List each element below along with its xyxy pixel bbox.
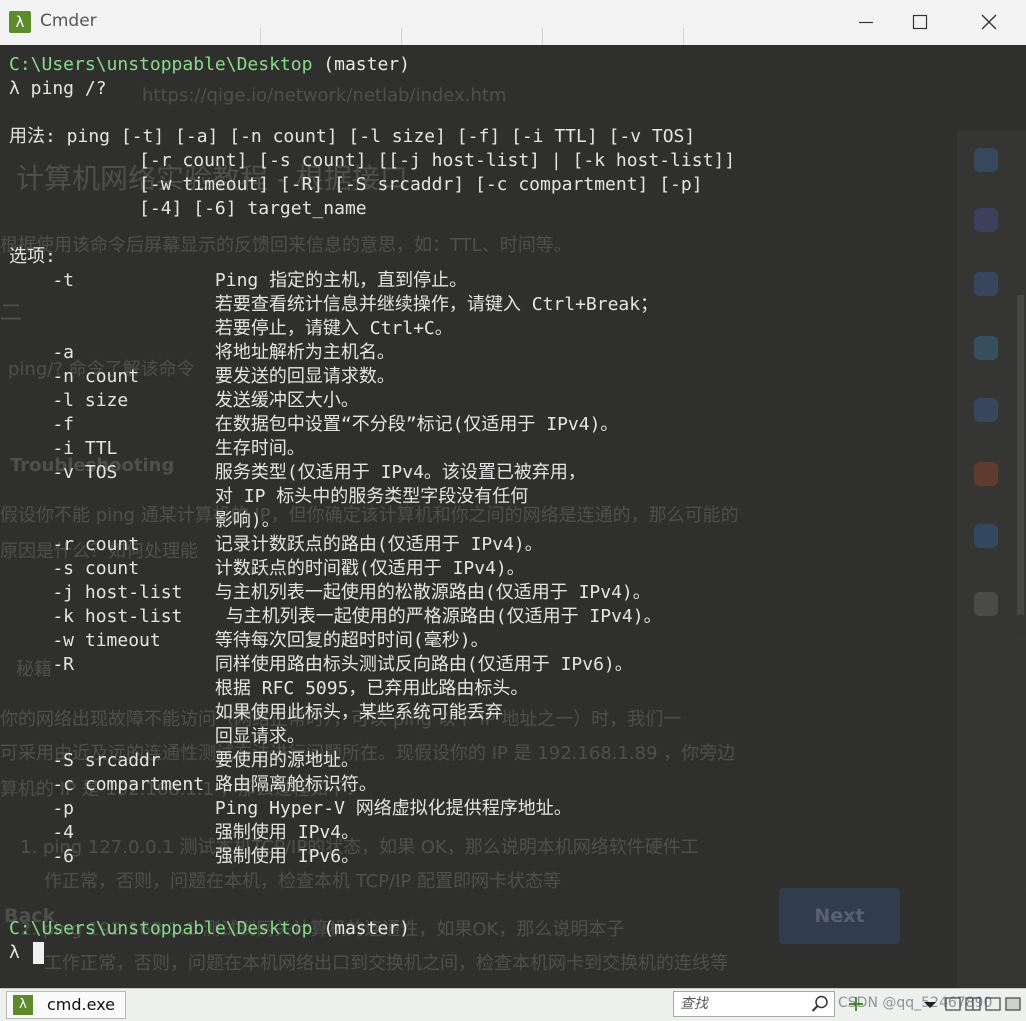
- output-line: -R 同样使用路由标头测试反向路由(仅适用于 IPv6)。: [9, 654, 633, 675]
- maximize-button[interactable]: [897, 0, 943, 45]
- console-tab-cmd[interactable]: λ cmd.exe: [6, 991, 126, 1019]
- cmder-lambda-icon: λ: [9, 11, 31, 33]
- background-scrollbar: [1017, 295, 1024, 615]
- cmder-lambda-icon: λ: [13, 995, 33, 1015]
- chevron-down-icon: [924, 1002, 936, 1008]
- search-field[interactable]: [673, 991, 835, 1017]
- maximize-icon: [912, 14, 928, 30]
- prompt-path: C:\Users\unstoppable\Desktop: [9, 918, 313, 939]
- output-line: 用法: ping [-t] [-a] [-n count] [-l size] …: [9, 126, 696, 147]
- status-bar: λ cmd.exe CSDN @qq_52467890: [0, 988, 1026, 1021]
- output-line: -i TTL 生存时间。: [9, 438, 305, 459]
- search-input[interactable]: [678, 994, 807, 1014]
- prompt-line: C:\Users\unstoppable\Desktop (master): [9, 53, 735, 77]
- minimize-icon: [859, 21, 873, 24]
- background-tab: [261, 28, 402, 45]
- output-line: 根据 RFC 5095，已弃用此路由标头。: [9, 678, 529, 699]
- output-line: [-r count] [-s count] [[-j host-list] | …: [9, 150, 736, 171]
- dropdown-button[interactable]: [921, 994, 939, 1014]
- output-line: -p Ping Hyper-V 网络虚拟化提供程序地址。: [9, 798, 572, 819]
- output-line: -r count 记录计数跃点的路由(仅适用于 IPv4)。: [9, 534, 543, 555]
- tab-label: cmd.exe: [47, 995, 116, 1014]
- output-line: [-4] [-6] target_name: [9, 198, 367, 219]
- output-line: -t Ping 指定的主机，直到停止。: [9, 270, 468, 291]
- output-line: -l size 发送缓冲区大小。: [9, 390, 359, 411]
- output-line: 若要查看统计信息并继续操作，请键入 Ctrl+Break；: [9, 294, 659, 315]
- background-copilot-icon: [974, 208, 998, 232]
- output-line: 如果使用此标头，某些系统可能丢弃: [9, 702, 503, 723]
- output-line: -6 强制使用 IPv6。: [9, 846, 360, 867]
- background-browser-tabs: [120, 28, 740, 45]
- input-prompt[interactable]: λ: [9, 941, 735, 965]
- background-office-icon: [974, 462, 998, 486]
- background-people-icon: [974, 398, 998, 422]
- output-line: 对 IP 标头中的服务类型字段没有任何: [9, 486, 529, 507]
- background-outlook-icon: [974, 524, 998, 548]
- prompt-line: C:\Users\unstoppable\Desktop (master): [9, 917, 735, 941]
- git-branch: (master): [312, 918, 410, 939]
- background-add-icon: [974, 592, 998, 616]
- output-line: -n count 要发送的回显请求数。: [9, 366, 395, 387]
- search-icon[interactable]: [810, 994, 830, 1014]
- output-line: -c compartment 路由隔离舱标识符。: [9, 774, 377, 795]
- output-line: 回显请求。: [9, 726, 305, 747]
- command-line: λ ping /?: [9, 78, 107, 99]
- window-title: Cmder: [40, 11, 97, 31]
- output-line: -s count 计数跃点的时间戳(仅适用于 IPv4)。: [9, 558, 525, 579]
- background-tab: [543, 28, 684, 45]
- terminal-output: C:\Users\unstoppable\Desktop (master) λ …: [9, 53, 735, 965]
- close-button[interactable]: [965, 0, 1011, 45]
- output-line: -f 在数据包中设置“不分段”标记(仅适用于 IPv4)。: [9, 414, 619, 435]
- output-line: 选项:: [9, 246, 56, 267]
- output-line: -4 强制使用 IPv4。: [9, 822, 360, 843]
- background-search-icon: [974, 148, 998, 172]
- output-line: -a 将地址解析为主机名。: [9, 342, 395, 363]
- git-branch: (master): [312, 54, 410, 75]
- toolbar-buttons[interactable]: [944, 994, 1022, 1016]
- background-toolbox-icon: [974, 336, 998, 360]
- output-line: 若要停止，请键入 Ctrl+C。: [9, 318, 453, 339]
- output-line: 影响)。: [9, 510, 280, 531]
- output-line: -S srcaddr 要使用的源地址。: [9, 750, 359, 771]
- background-tab: [120, 28, 261, 45]
- prompt-path: C:\Users\unstoppable\Desktop: [9, 54, 313, 75]
- output-line: -v TOS 服务类型(仅适用于 IPv4。该设置已被弃用，: [9, 462, 586, 483]
- title-bar: λ Cmder: [0, 0, 1026, 45]
- background-tag-icon: [974, 272, 998, 296]
- output-line: [-w timeout] [-R] [-S srcaddr] [-c compa…: [9, 174, 703, 195]
- output-line: -k host-list 与主机列表一起使用的严格源路由(仅适用于 IPv4)。: [9, 606, 662, 627]
- background-browser-sidebar: [957, 130, 1026, 988]
- close-icon: [981, 14, 997, 30]
- background-next-button: Next: [779, 888, 900, 944]
- output-line: -j host-list 与主机列表一起使用的松散源路由(仅适用于 IPv4)。: [9, 582, 651, 603]
- console-area[interactable]: https://qige.io/network/netlab/index.htm…: [0, 45, 1026, 988]
- background-tab: [402, 28, 543, 45]
- minimize-button[interactable]: [843, 0, 889, 45]
- output-line: -w timeout 等待每次回复的超时时间(毫秒)。: [9, 630, 489, 651]
- toolbar-icons: [945, 997, 1021, 1011]
- text-cursor: [33, 942, 44, 964]
